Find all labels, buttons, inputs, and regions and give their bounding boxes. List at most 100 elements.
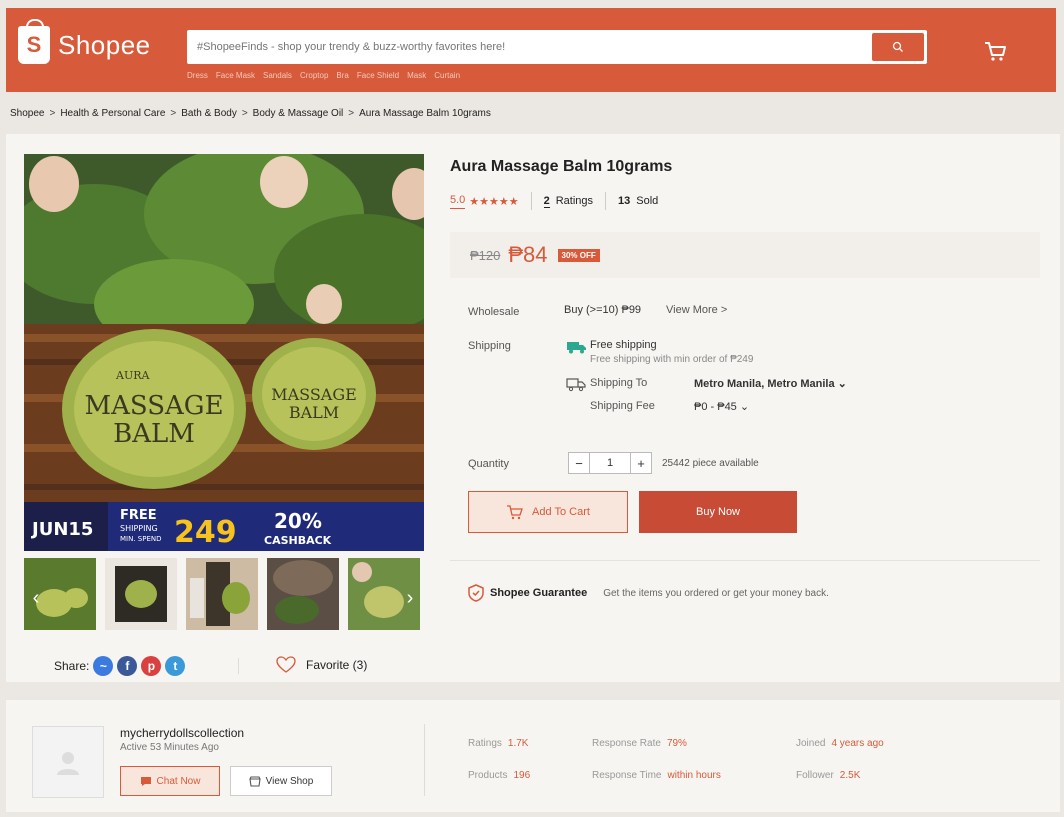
shipping-to-value[interactable]: Metro Manila, Metro Manila ⌄ bbox=[694, 377, 847, 390]
shipping-to-truck-icon bbox=[566, 378, 586, 392]
shopee-guarantee[interactable]: Shopee Guarantee Get the items you order… bbox=[468, 584, 829, 602]
shopee-logo[interactable]: S Shopee bbox=[18, 19, 151, 64]
quantity-stepper: − 1 + 25442 piece available bbox=[568, 452, 759, 474]
wholesale-label: Wholesale bbox=[468, 306, 520, 318]
thumbnail[interactable] bbox=[186, 558, 258, 630]
free-shipping-subtext: Free shipping with min order of ₱249 bbox=[590, 354, 754, 365]
buy-now-button[interactable]: Buy Now bbox=[639, 491, 797, 533]
stat-value: 196 bbox=[513, 770, 531, 781]
promo-min-spend: MIN. SPEND bbox=[120, 535, 162, 543]
add-to-cart-label: Add To Cart bbox=[532, 506, 590, 518]
share-label: Share: bbox=[54, 659, 90, 673]
guarantee-divider bbox=[450, 560, 1040, 561]
sale-price: ₱84 bbox=[508, 242, 548, 267]
search-tag[interactable]: Face Mask bbox=[216, 71, 255, 80]
seller-divider bbox=[424, 724, 425, 796]
breadcrumb-item[interactable]: Body & Massage Oil bbox=[253, 108, 344, 119]
product-title: Aura Massage Balm 10grams bbox=[450, 158, 673, 175]
seller-avatar[interactable] bbox=[32, 726, 104, 798]
quantity-decrease-button[interactable]: − bbox=[568, 452, 590, 474]
jar2-line-2: BALM bbox=[289, 403, 339, 422]
stat-label: Response Rate bbox=[592, 738, 661, 749]
avatar-placeholder-icon bbox=[57, 752, 79, 775]
search-button[interactable] bbox=[872, 33, 924, 61]
breadcrumb-current: Aura Massage Balm 10grams bbox=[359, 108, 491, 119]
guarantee-text: Get the items you ordered or get your mo… bbox=[603, 587, 829, 599]
jar-line-1: MASSAGE bbox=[84, 391, 223, 421]
thumbnail-prev-arrow[interactable]: ‹ bbox=[28, 586, 44, 610]
breadcrumb-item[interactable]: Shopee bbox=[10, 108, 44, 119]
jar-brand-label: AURA bbox=[115, 369, 150, 382]
shield-icon bbox=[468, 584, 484, 602]
seller-active-status: Active 53 Minutes Ago bbox=[120, 742, 219, 753]
breadcrumb-separator: > bbox=[348, 108, 355, 119]
stat-products: Products 196 bbox=[468, 770, 530, 781]
heart-icon bbox=[276, 656, 296, 673]
chat-now-button[interactable]: Chat Now bbox=[120, 766, 220, 796]
view-shop-label: View Shop bbox=[265, 775, 314, 787]
search-suggestions: Dress Face Mask Sandals Croptop Bra Face… bbox=[187, 71, 460, 80]
stat-label: Response Time bbox=[592, 770, 662, 781]
wholesale-value: Buy (>=10) ₱99 bbox=[564, 304, 642, 316]
stat-response-time: Response Time within hours bbox=[592, 770, 721, 781]
stat-value: 2.5K bbox=[839, 770, 861, 781]
search-tag[interactable]: Curtain bbox=[434, 71, 460, 80]
facebook-icon[interactable]: f bbox=[117, 656, 138, 676]
breadcrumb-separator: > bbox=[49, 108, 56, 119]
stat-value: within hours bbox=[667, 770, 721, 781]
quantity-input[interactable]: 1 bbox=[590, 452, 630, 474]
stock-available: 25442 piece available bbox=[662, 457, 759, 469]
product-photo: AURA MASSAGE BALM MASSAGE BALM JUN15 FRE… bbox=[24, 154, 424, 551]
favorite-button[interactable]: Favorite (3) bbox=[276, 656, 367, 674]
stat-response-rate: Response Rate 79% bbox=[592, 738, 687, 749]
messenger-icon[interactable]: ~ bbox=[93, 656, 114, 676]
breadcrumb-item[interactable]: Health & Personal Care bbox=[60, 108, 165, 119]
logo-letter: S bbox=[26, 32, 42, 57]
search-tag[interactable]: Face Shield bbox=[357, 71, 399, 80]
wholesale-view-more[interactable]: View More > bbox=[666, 304, 727, 316]
ratings-count[interactable]: 2 bbox=[543, 195, 550, 208]
quantity-label: Quantity bbox=[468, 458, 509, 470]
quantity-increase-button[interactable]: + bbox=[630, 452, 652, 474]
breadcrumb-item[interactable]: Bath & Body bbox=[181, 108, 237, 119]
rating-stars: ★★★★★ bbox=[469, 195, 519, 208]
promo-cashback-label: CASHBACK bbox=[264, 534, 332, 547]
breadcrumb-separator: > bbox=[170, 108, 177, 119]
rating-value[interactable]: 5.0 bbox=[450, 194, 466, 209]
thumbnail-next-arrow[interactable]: › bbox=[402, 586, 418, 610]
thumbnail[interactable] bbox=[267, 558, 339, 630]
cart-icon[interactable] bbox=[980, 36, 1010, 66]
search-icon bbox=[892, 41, 903, 52]
favorite-label: Favorite (3) bbox=[306, 658, 368, 672]
twitter-icon[interactable]: t bbox=[165, 656, 186, 676]
stat-label: Products bbox=[468, 770, 508, 781]
pinterest-icon[interactable]: p bbox=[141, 656, 162, 676]
add-to-cart-button[interactable]: Add To Cart bbox=[468, 491, 628, 533]
search-tag[interactable]: Sandals bbox=[263, 71, 292, 80]
meta-divider bbox=[530, 192, 532, 210]
jar2-line-1: MASSAGE bbox=[271, 385, 357, 404]
promo-shipping: SHIPPING bbox=[120, 524, 158, 533]
discount-badge: 30% OFF bbox=[557, 248, 600, 262]
search-tag[interactable]: Dress bbox=[187, 71, 208, 80]
original-price: ₱120 bbox=[470, 247, 501, 263]
logo-text: Shopee bbox=[58, 29, 151, 60]
thumbnail-strip bbox=[24, 558, 424, 630]
search-tag[interactable]: Croptop bbox=[300, 71, 328, 80]
stat-follower: Follower 2.5K bbox=[796, 770, 860, 781]
add-cart-icon bbox=[507, 505, 523, 520]
promo-amount: 249 bbox=[174, 515, 237, 550]
thumbnail[interactable] bbox=[105, 558, 177, 630]
shop-icon bbox=[249, 775, 261, 787]
search-tag[interactable]: Mask bbox=[407, 71, 426, 80]
search-tag[interactable]: Bra bbox=[336, 71, 348, 80]
shipping-fee-value[interactable]: ₱0 - ₱45 ⌄ bbox=[694, 400, 749, 413]
breadcrumb: Shopee > Health & Personal Care > Bath &… bbox=[10, 108, 491, 119]
jar-line-2: BALM bbox=[113, 419, 195, 449]
seller-name[interactable]: mycherrydollscollection bbox=[120, 726, 244, 740]
view-shop-button[interactable]: View Shop bbox=[230, 766, 332, 796]
product-main-image[interactable]: AURA MASSAGE BALM MASSAGE BALM JUN15 FRE… bbox=[24, 154, 424, 551]
search-input[interactable] bbox=[187, 30, 872, 64]
share-row: Share: ~ f p t bbox=[54, 656, 186, 676]
share-divider bbox=[238, 658, 239, 674]
